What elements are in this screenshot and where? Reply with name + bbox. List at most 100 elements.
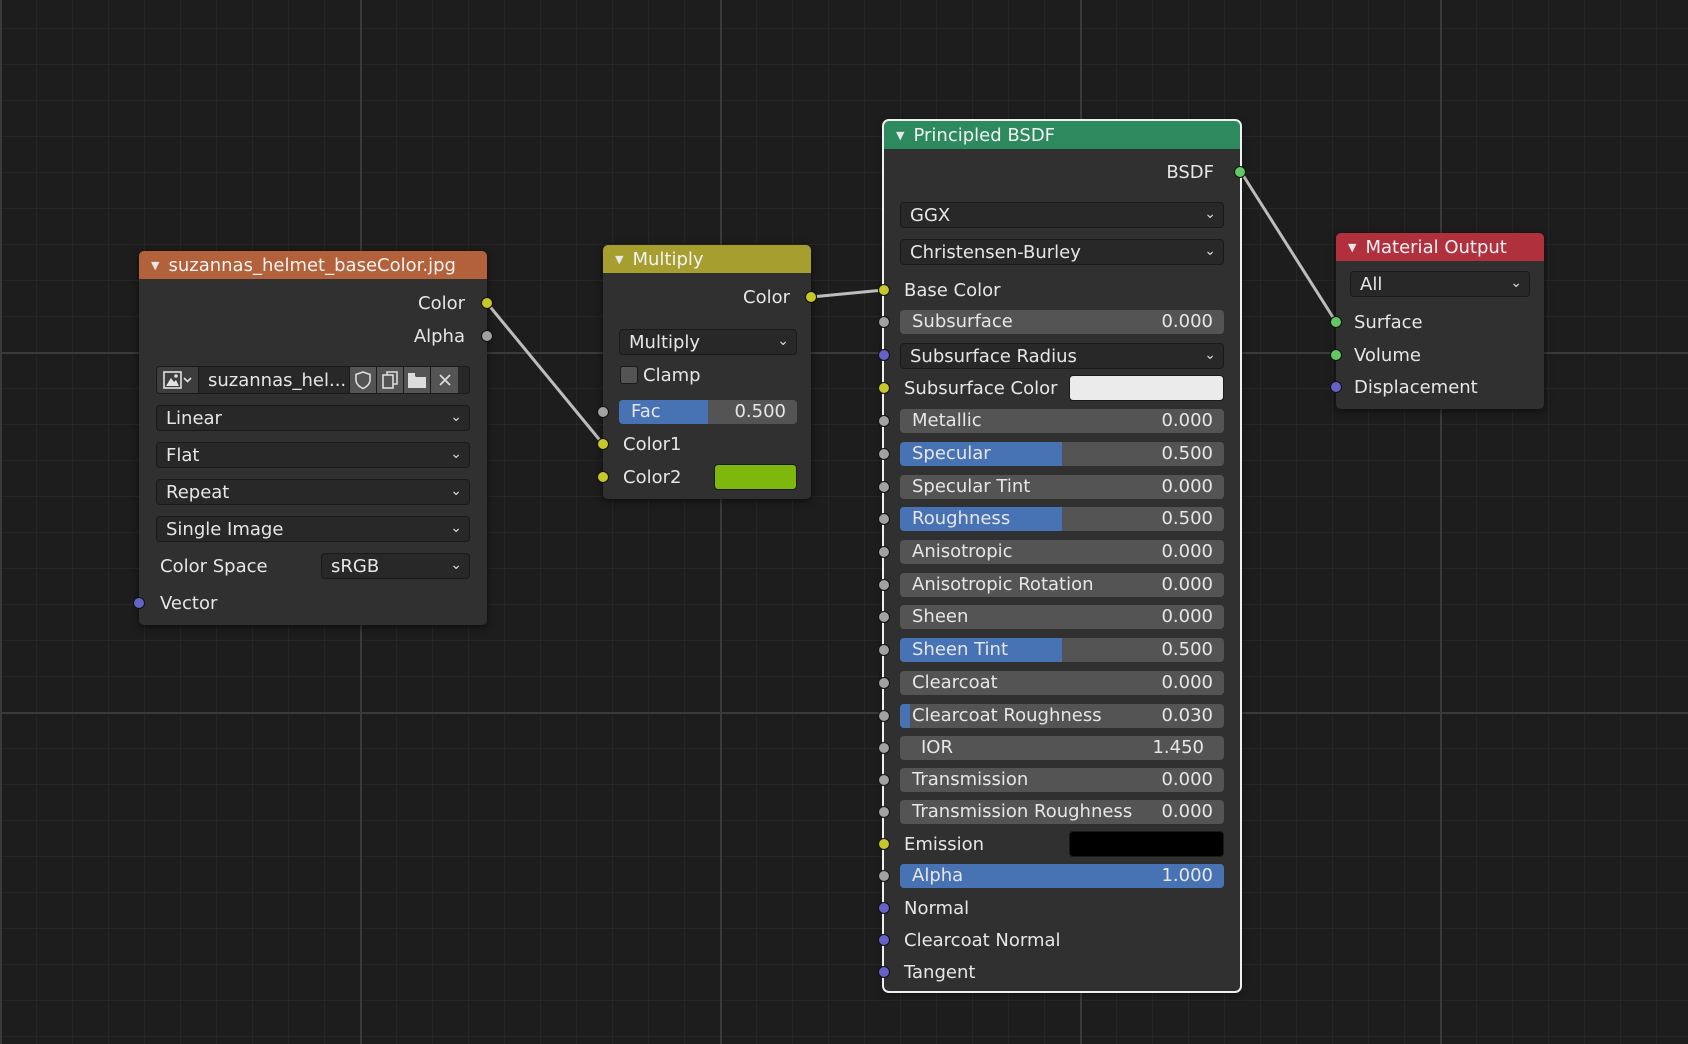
specular-slider[interactable]: Specular 0.500 [900, 442, 1224, 466]
color2-swatch[interactable] [714, 464, 797, 490]
image-texture-node[interactable]: ▼ suzannas_helmet_baseColor.jpg Color Al… [133, 251, 493, 625]
image-name-field[interactable]: suzannas_hel... [199, 367, 350, 393]
alpha-input-socket[interactable] [878, 870, 890, 882]
clearcoat-input-socket[interactable] [878, 677, 890, 689]
transmission-roughness-slider[interactable]: Transmission Roughness 0.000 [900, 800, 1224, 824]
collapse-triangle-icon[interactable]: ▼ [896, 129, 904, 142]
extension-dropdown[interactable]: Repeat ⌄ [156, 479, 470, 505]
ior-input-socket[interactable] [878, 742, 890, 754]
bsdf-node-header[interactable]: ▼ Principled BSDF [884, 121, 1240, 149]
subsurface-color-input-socket[interactable] [878, 382, 890, 394]
projection-dropdown[interactable]: Flat ⌄ [156, 442, 470, 468]
multiply-output-row: Color [603, 285, 790, 309]
specular-tint-slider[interactable]: Specular Tint 0.000 [900, 475, 1224, 499]
clearcoat-roughness-slider-fill [900, 704, 910, 728]
render-target-dropdown[interactable]: All ⌄ [1350, 271, 1530, 297]
image-browse-button[interactable] [157, 367, 199, 393]
anisotropic-rotation-slider[interactable]: Anisotropic Rotation 0.000 [900, 573, 1224, 597]
new-image-button[interactable] [377, 367, 404, 393]
multiply-node-title: Multiply [632, 248, 704, 270]
base-color-input-socket[interactable] [878, 284, 890, 296]
anisotropic-slider[interactable]: Anisotropic 0.000 [900, 540, 1224, 564]
bsdf-output-socket[interactable] [1234, 166, 1246, 178]
link-image-color-to-color1[interactable] [485, 302, 605, 445]
distribution-dropdown[interactable]: GGX ⌄ [900, 202, 1224, 228]
sheen-tint-input-socket[interactable] [878, 644, 890, 656]
metallic-input-socket[interactable] [878, 415, 890, 427]
output-node-header[interactable]: ▼ Material Output [1336, 233, 1544, 261]
emission-swatch[interactable] [1069, 831, 1224, 857]
link-bsdf-to-surface[interactable] [1239, 171, 1338, 323]
clearcoat-normal-label: Clearcoat Normal [904, 929, 1061, 951]
displacement-label: Displacement [1354, 376, 1478, 398]
anisotropic-rotation-input-socket[interactable] [878, 579, 890, 591]
alpha-slider[interactable]: Alpha 1.000 [900, 864, 1224, 888]
roughness-input-socket[interactable] [878, 513, 890, 525]
displacement-input-socket[interactable] [1330, 381, 1342, 393]
sheen-tint-value: 0.500 [1161, 639, 1213, 660]
folder-icon [408, 373, 426, 388]
specular-tint-value: 0.000 [1161, 476, 1213, 497]
surface-input-socket[interactable] [1330, 316, 1342, 328]
transmission-slider[interactable]: Transmission 0.000 [900, 768, 1224, 792]
fac-label: Fac [631, 401, 661, 422]
collapse-triangle-icon[interactable]: ▼ [151, 259, 159, 272]
color2-input-socket[interactable] [597, 471, 609, 483]
specular-input-socket[interactable] [878, 448, 890, 460]
clamp-checkbox[interactable] [620, 366, 638, 384]
link-multiply-color-to-base-color[interactable] [810, 288, 885, 299]
image-node-header[interactable]: ▼ suzannas_helmet_baseColor.jpg [139, 251, 487, 279]
collapse-triangle-icon[interactable]: ▼ [615, 253, 623, 266]
sheen-slider[interactable]: Sheen 0.000 [900, 605, 1224, 629]
normal-input-socket[interactable] [878, 902, 890, 914]
subsurface-input-socket[interactable] [878, 316, 890, 328]
emission-input-socket[interactable] [878, 838, 890, 850]
transmission-roughness-input-socket[interactable] [878, 806, 890, 818]
image-alpha-output-socket[interactable] [481, 330, 493, 342]
blend-type-dropdown[interactable]: Multiply ⌄ [619, 329, 797, 355]
output-color-label: Color [418, 292, 465, 314]
volume-input-socket[interactable] [1330, 349, 1342, 361]
color-space-dropdown[interactable]: sRGB ⌄ [321, 553, 470, 579]
anisotropic-label: Anisotropic [912, 541, 1013, 562]
multiply-node-header[interactable]: ▼ Multiply [603, 245, 811, 273]
roughness-slider[interactable]: Roughness 0.500 [900, 507, 1224, 531]
color1-row: Color1 [623, 432, 681, 456]
tangent-input-socket[interactable] [878, 966, 890, 978]
image-color-output-socket[interactable] [481, 297, 493, 309]
ior-field[interactable]: IOR 1.450 [900, 736, 1224, 760]
open-image-button[interactable] [404, 367, 431, 393]
principled-bsdf-node[interactable]: ▼ Principled BSDF BSDF GGX ⌄ Christensen… [878, 119, 1246, 993]
interpolation-dropdown[interactable]: Linear ⌄ [156, 405, 470, 431]
subsurface-color-swatch[interactable] [1069, 375, 1224, 401]
material-output-node[interactable]: ▼ Material Output All ⌄ Surface Volume D… [1330, 233, 1544, 409]
fac-input-socket[interactable] [597, 406, 609, 418]
chevron-down-icon: ⌄ [1204, 206, 1216, 222]
subsurface-slider[interactable]: Subsurface 0.000 [900, 310, 1224, 334]
clearcoat-normal-input-socket[interactable] [878, 934, 890, 946]
multiply-node[interactable]: ▼ Multiply Color Multiply ⌄ Clamp Fac 0.… [597, 245, 817, 499]
anisotropic-input-socket[interactable] [878, 546, 890, 558]
metallic-slider[interactable]: Metallic 0.000 [900, 409, 1224, 433]
image-name-text: suzannas_hel... [208, 369, 347, 391]
image-vector-input-socket[interactable] [133, 597, 145, 609]
collapse-triangle-icon[interactable]: ▼ [1348, 241, 1356, 254]
clearcoat-roughness-slider[interactable]: Clearcoat Roughness 0.030 [900, 704, 1224, 728]
multiply-color-output-socket[interactable] [805, 291, 817, 303]
clearcoat-slider[interactable]: Clearcoat 0.000 [900, 671, 1224, 695]
specular-tint-input-socket[interactable] [878, 481, 890, 493]
color1-input-socket[interactable] [597, 438, 609, 450]
subsurface-radius-input-socket[interactable] [878, 349, 890, 361]
clearcoat-roughness-label: Clearcoat Roughness [912, 705, 1102, 726]
sheen-input-socket[interactable] [878, 611, 890, 623]
image-datablock-selector[interactable]: suzannas_hel... [156, 366, 470, 394]
fake-user-button[interactable] [350, 367, 377, 393]
subsurface-radius-dropdown[interactable]: Subsurface Radius ⌄ [900, 343, 1224, 369]
sheen-tint-slider[interactable]: Sheen Tint 0.500 [900, 638, 1224, 662]
subsurface-method-dropdown[interactable]: Christensen-Burley ⌄ [900, 239, 1224, 265]
clearcoat-roughness-input-socket[interactable] [878, 710, 890, 722]
fac-slider[interactable]: Fac 0.500 [619, 400, 797, 424]
source-dropdown[interactable]: Single Image ⌄ [156, 516, 470, 542]
unlink-image-button[interactable] [431, 367, 458, 393]
transmission-input-socket[interactable] [878, 774, 890, 786]
